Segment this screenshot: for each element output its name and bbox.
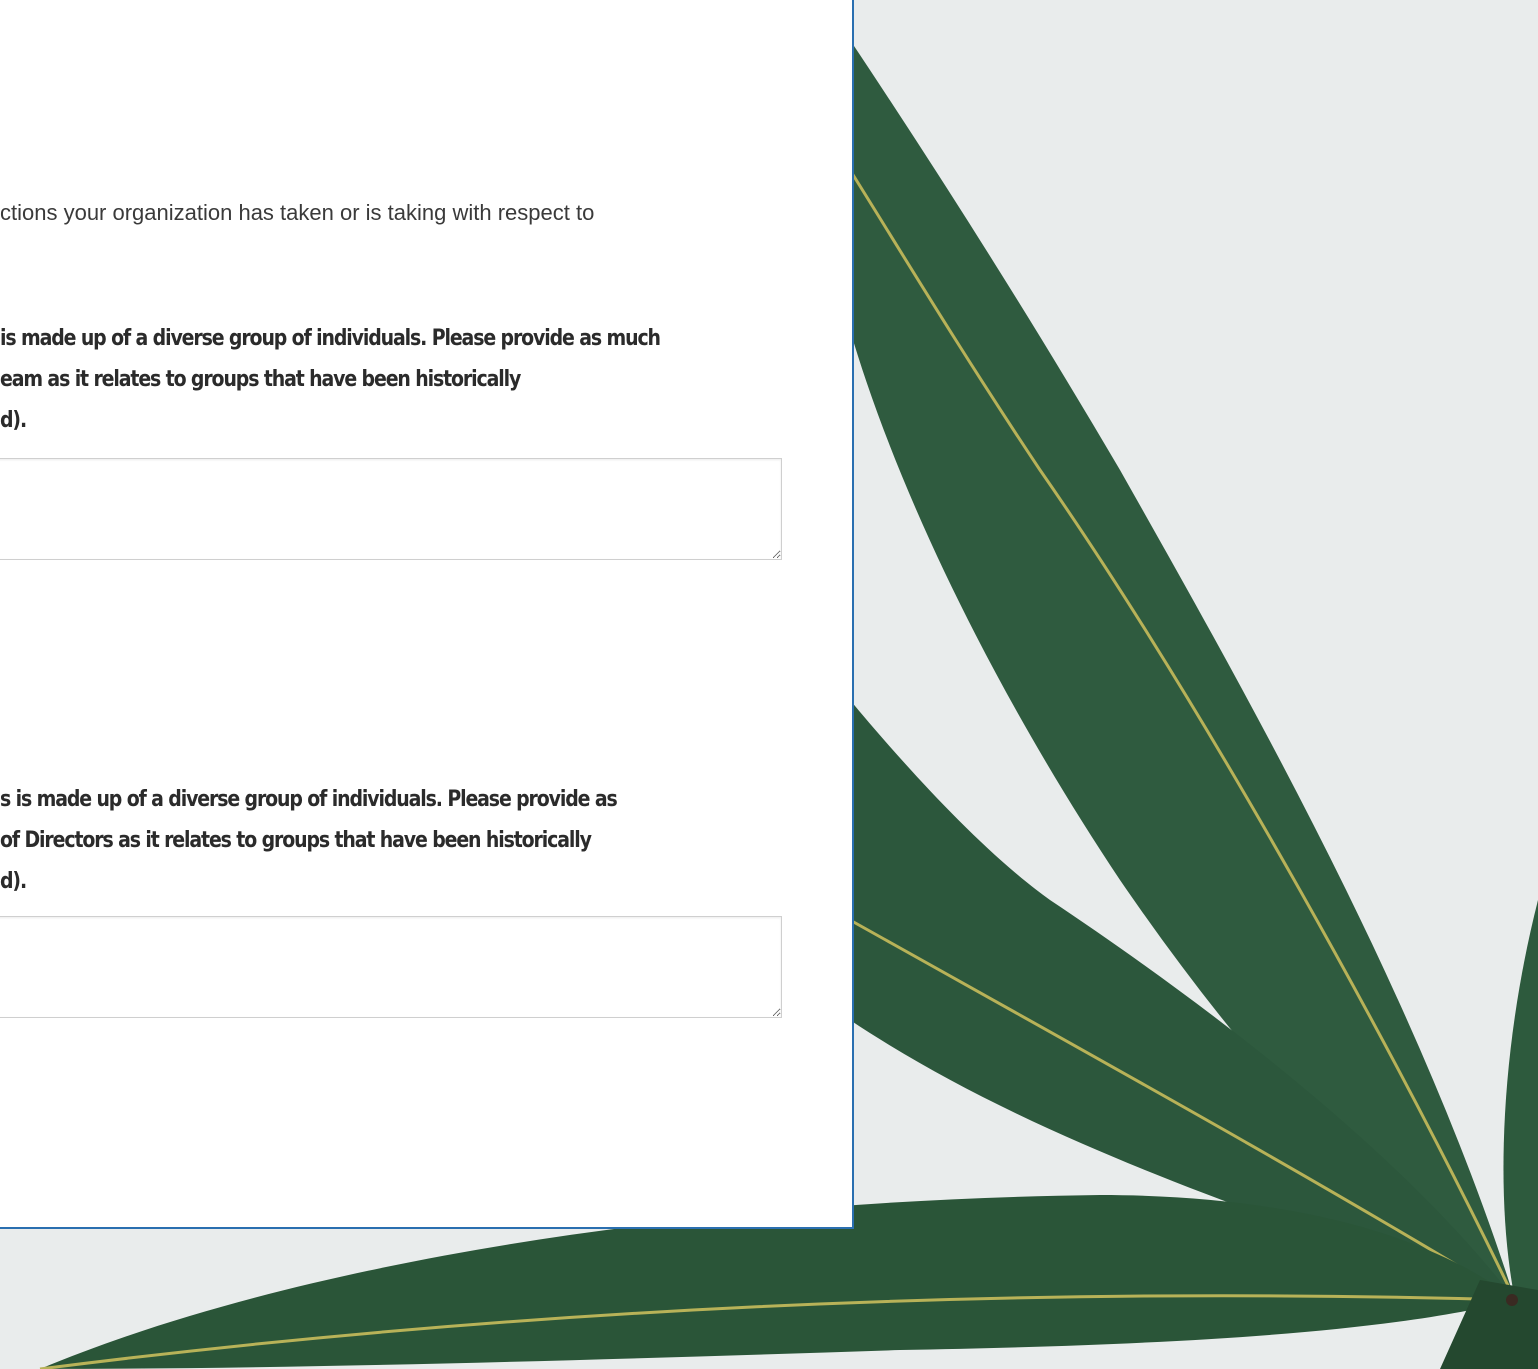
- form-panel: ctions your organization has taken or is…: [0, 0, 854, 1229]
- board-diversity-answer[interactable]: [0, 916, 782, 1018]
- section-intro-text: ctions your organization has taken or is…: [0, 200, 595, 225]
- management-diversity-answer[interactable]: [0, 458, 782, 560]
- question-board-line-3: d).: [0, 869, 27, 894]
- question-management-line-3: d).: [0, 408, 27, 433]
- question-board-line-1: s is made up of a diverse group of indiv…: [0, 787, 618, 812]
- question-management-line-1: is made up of a diverse group of individ…: [0, 326, 661, 351]
- question-management-line-2: eam as it relates to groups that have be…: [0, 367, 521, 392]
- question-board-line-2: of Directors as it relates to groups tha…: [0, 828, 592, 853]
